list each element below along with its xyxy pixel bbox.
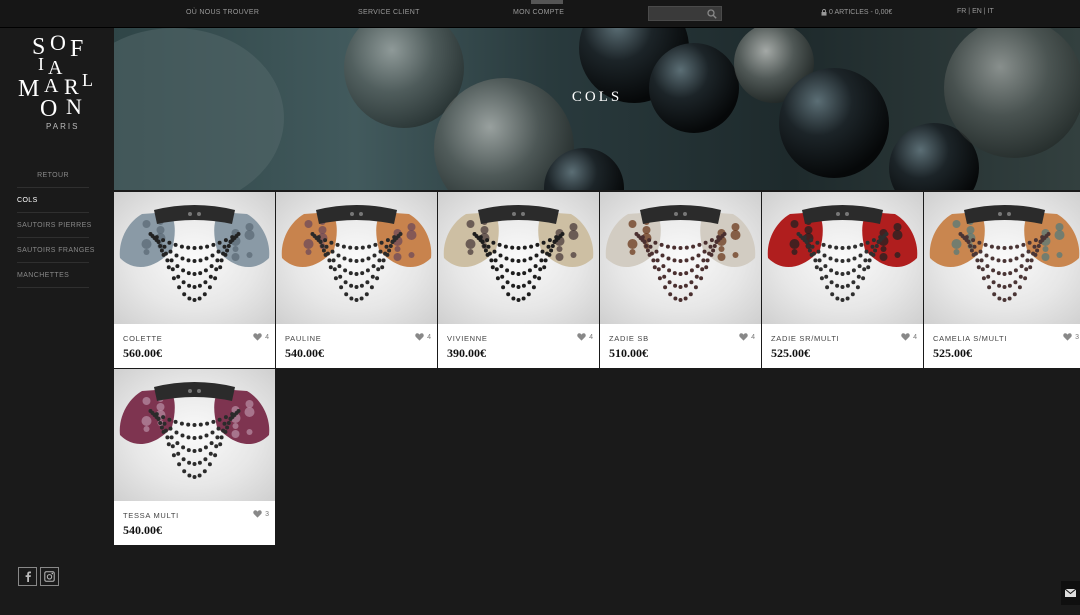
- hero-image: [114, 28, 1080, 190]
- heart-icon: [253, 510, 262, 518]
- nav-item-sautoirs-franges[interactable]: SAUTOIRS FRANGES: [17, 238, 94, 263]
- product-name[interactable]: TESSA MULTI: [123, 511, 179, 520]
- necklace-illustration: [119, 382, 270, 479]
- like-count: 4: [427, 333, 431, 341]
- nav-item-sautoirs-pierres[interactable]: SAUTOIRS PIERRES: [17, 213, 91, 238]
- cart-label: 0 ARTICLES - 0,00€: [829, 9, 893, 16]
- product-name[interactable]: ZADIE SR/MULTI: [771, 334, 839, 343]
- hero-banner: COLS: [114, 28, 1080, 190]
- product-image[interactable]: [600, 192, 761, 324]
- where-to-find-link[interactable]: OÙ NOUS TROUVER: [186, 9, 259, 16]
- heart-icon: [253, 333, 262, 341]
- like-count: 4: [913, 333, 917, 341]
- product-name[interactable]: VIVIENNE: [447, 334, 488, 343]
- like-button[interactable]: 4: [577, 333, 593, 341]
- customer-service-link[interactable]: SERVICE CLIENT: [358, 9, 420, 16]
- lock-icon: [821, 9, 827, 16]
- like-count: 4: [589, 333, 593, 341]
- like-button[interactable]: 4: [415, 333, 431, 341]
- product-price: 525.00€: [771, 346, 810, 360]
- product-price: 390.00€: [447, 346, 486, 360]
- social-links: [18, 567, 59, 586]
- heart-icon: [415, 333, 424, 341]
- product-card[interactable]: CAMELIA S/MULTI 3 525.00€: [924, 192, 1080, 368]
- product-price: 560.00€: [123, 346, 162, 360]
- my-account-link[interactable]: MON COMPTE: [513, 9, 564, 16]
- top-bar: OÙ NOUS TROUVER SERVICE CLIENT MON COMPT…: [0, 0, 1080, 28]
- like-count: 4: [265, 333, 269, 341]
- necklace-illustration: [929, 205, 1080, 302]
- brand-logo[interactable]: S O F I A M A R L O N PARIS: [16, 30, 98, 134]
- svg-text:A: A: [44, 75, 59, 97]
- nav-item-manchettes[interactable]: MANCHETTES: [17, 263, 89, 288]
- logo-subtitle: PARIS: [46, 122, 79, 131]
- product-image[interactable]: [276, 192, 437, 324]
- svg-text:O: O: [40, 96, 57, 122]
- svg-text:M: M: [18, 76, 39, 102]
- like-button[interactable]: 3: [1063, 333, 1079, 341]
- product-card[interactable]: PAULINE 4 540.00€: [276, 192, 437, 368]
- product-price: 510.00€: [609, 346, 648, 360]
- like-button[interactable]: 4: [253, 333, 269, 341]
- product-card[interactable]: TESSA MULTI 3 540.00€: [114, 369, 275, 545]
- product-image[interactable]: [438, 192, 599, 324]
- svg-text:F: F: [70, 36, 83, 62]
- like-count: 3: [1075, 333, 1079, 341]
- contact-mail-button[interactable]: [1061, 581, 1080, 605]
- like-button[interactable]: 4: [739, 333, 755, 341]
- search-input[interactable]: [649, 12, 705, 25]
- like-count: 4: [751, 333, 755, 341]
- product-price: 540.00€: [123, 523, 162, 537]
- product-image[interactable]: [114, 192, 275, 324]
- product-name[interactable]: ZADIE SB: [609, 334, 649, 343]
- svg-text:N: N: [66, 94, 82, 119]
- instagram-button[interactable]: [40, 567, 59, 586]
- product-price: 540.00€: [285, 346, 324, 360]
- product-card[interactable]: VIVIENNE 4 390.00€: [438, 192, 599, 368]
- product-price: 525.00€: [933, 346, 972, 360]
- svg-text:I: I: [38, 54, 44, 74]
- product-card[interactable]: COLETTE 4 560.00€: [114, 192, 275, 368]
- back-link[interactable]: RETOUR: [17, 163, 89, 188]
- account-tab-indicator: [531, 0, 563, 4]
- product-image[interactable]: [924, 192, 1080, 324]
- page-title: COLS: [571, 89, 623, 105]
- language-switcher: FR | EN | IT: [957, 8, 994, 15]
- facebook-button[interactable]: [18, 567, 37, 586]
- search-box: [648, 6, 722, 25]
- heart-icon: [577, 333, 586, 341]
- heart-icon: [901, 333, 910, 341]
- cart-summary[interactable]: 0 ARTICLES - 0,00€: [821, 9, 892, 16]
- necklace-illustration: [281, 205, 432, 302]
- product-image[interactable]: [114, 369, 275, 501]
- lang-it[interactable]: IT: [988, 8, 994, 15]
- category-nav: RETOUR COLS SAUTOIRS PIERRES SAUTOIRS FR…: [17, 163, 94, 288]
- like-count: 3: [265, 510, 269, 518]
- sidebar: S O F I A M A R L O N PARIS RETOUR COLS …: [0, 28, 114, 615]
- lang-en[interactable]: EN: [972, 8, 982, 15]
- heart-icon: [739, 333, 748, 341]
- like-button[interactable]: 4: [901, 333, 917, 341]
- svg-text:O: O: [50, 30, 66, 55]
- product-name[interactable]: PAULINE: [285, 334, 321, 343]
- svg-text:L: L: [82, 70, 93, 90]
- like-button[interactable]: 3: [253, 510, 269, 518]
- necklace-illustration: [767, 205, 918, 302]
- heart-icon: [1063, 333, 1072, 341]
- nav-item-cols[interactable]: COLS: [17, 188, 89, 213]
- product-card[interactable]: ZADIE SB 4 510.00€: [600, 192, 761, 368]
- product-name[interactable]: COLETTE: [123, 334, 163, 343]
- mail-icon: [1065, 589, 1076, 597]
- necklace-illustration: [443, 205, 594, 302]
- facebook-icon: [25, 571, 31, 582]
- instagram-icon: [44, 571, 55, 582]
- product-image[interactable]: [762, 192, 923, 324]
- search-icon[interactable]: [707, 9, 717, 19]
- necklace-illustration: [605, 205, 756, 302]
- product-card[interactable]: ZADIE SR/MULTI 4 525.00€: [762, 192, 923, 368]
- necklace-illustration: [119, 205, 270, 302]
- lang-fr[interactable]: FR: [957, 8, 966, 15]
- product-name[interactable]: CAMELIA S/MULTI: [933, 334, 1007, 343]
